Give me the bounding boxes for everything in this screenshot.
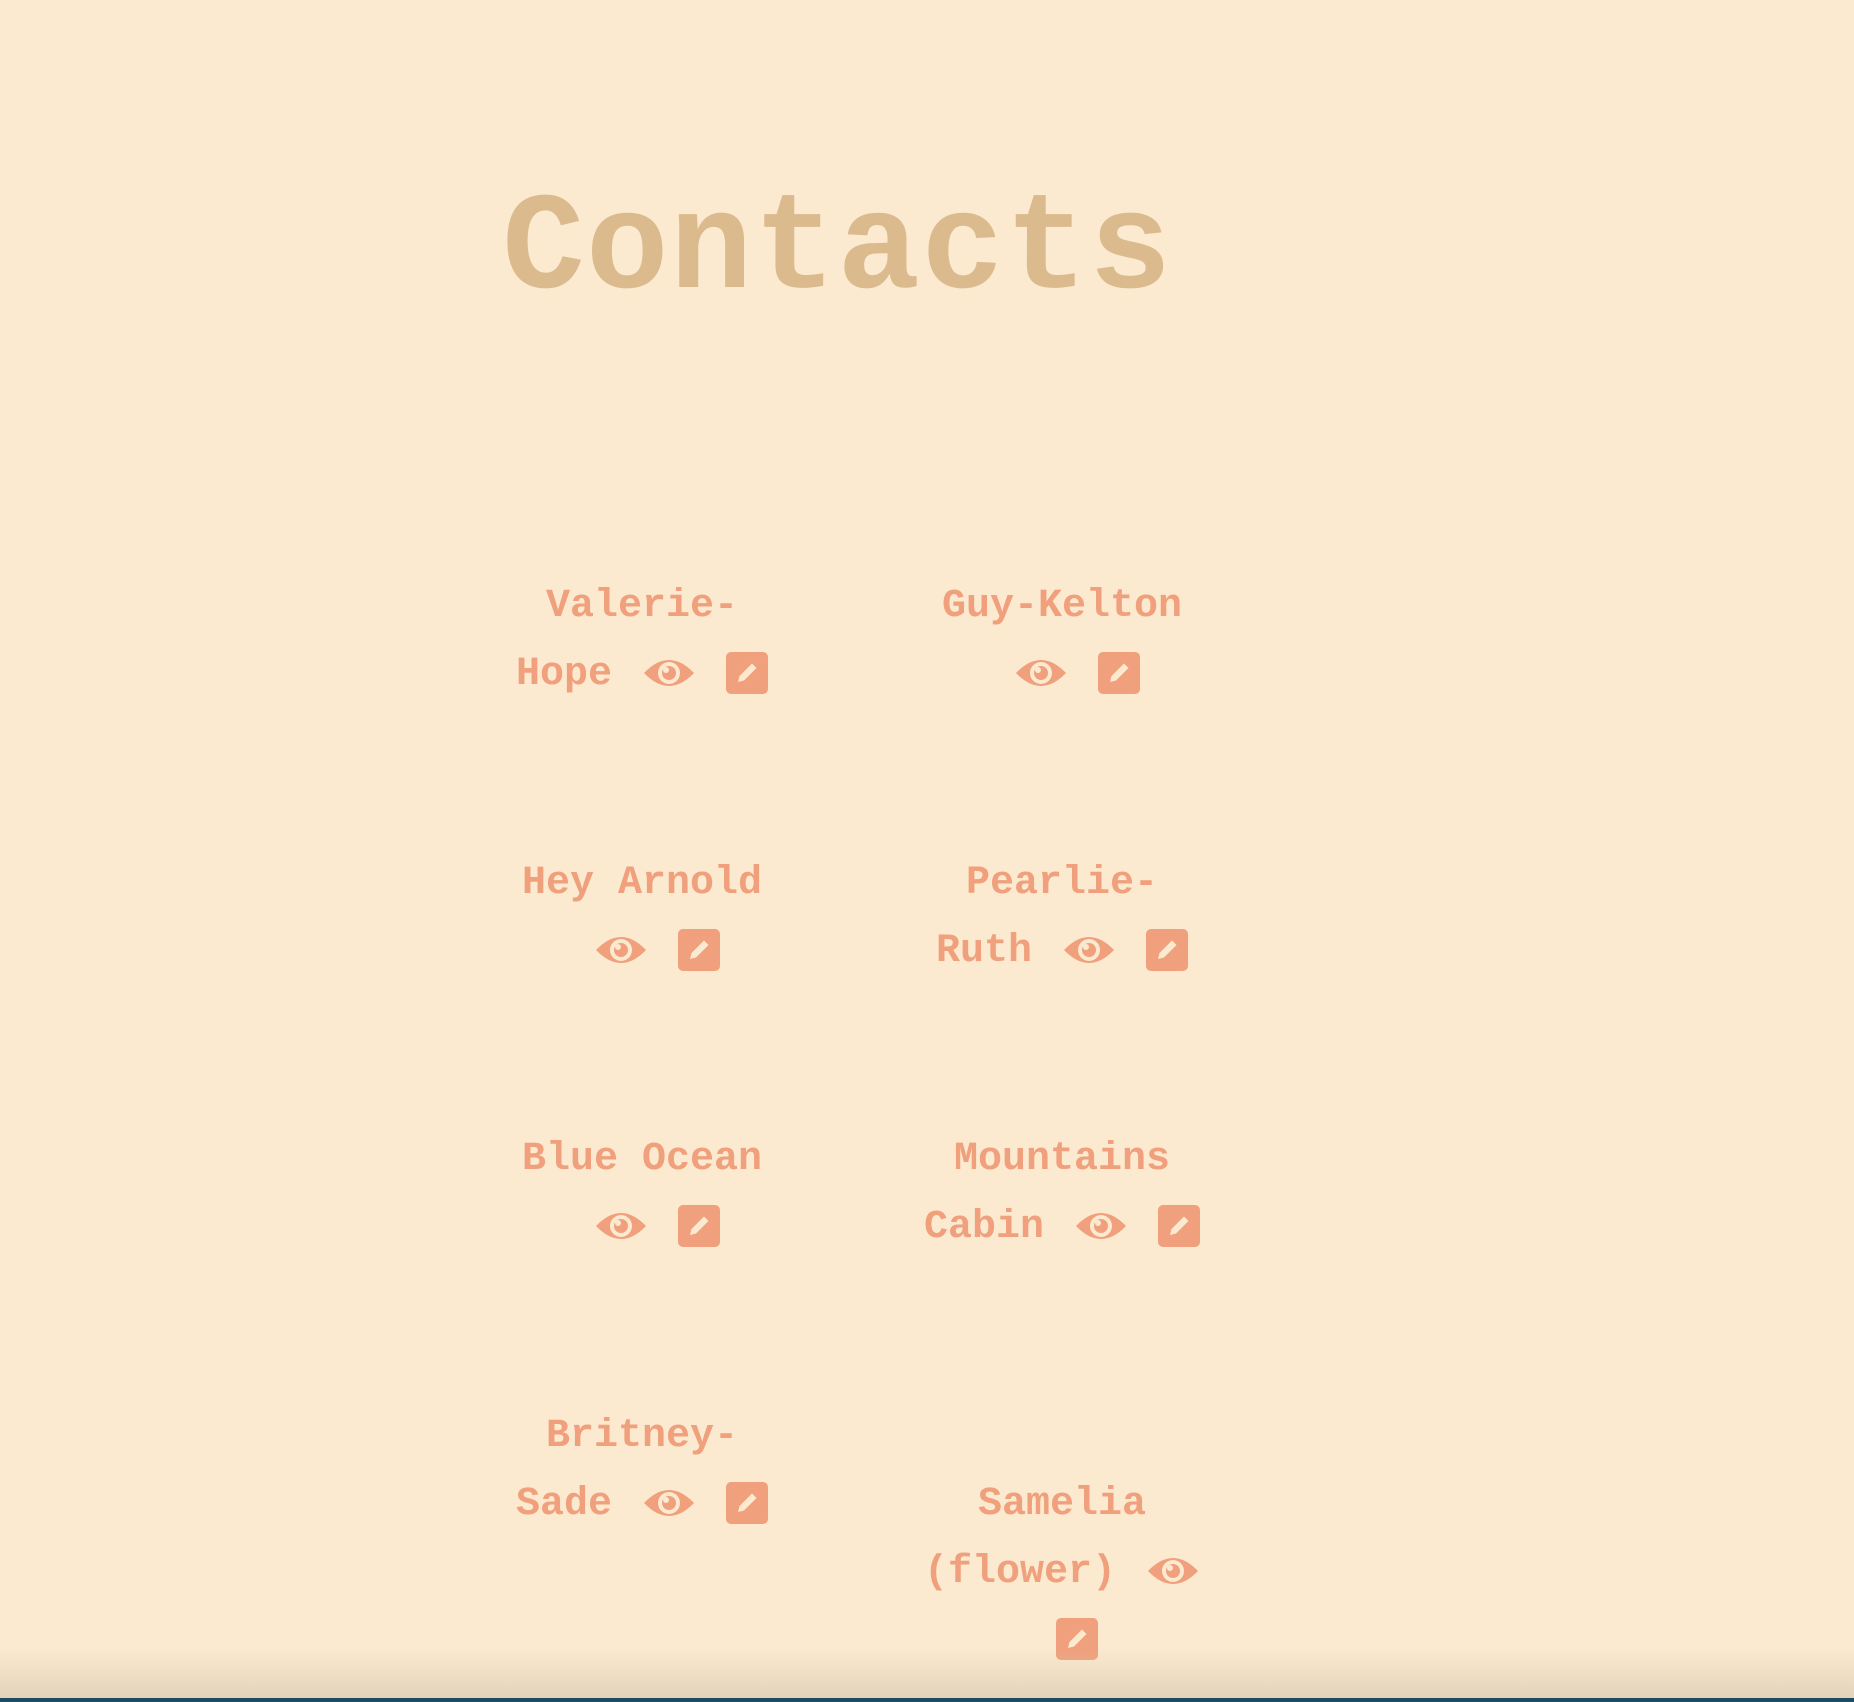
contact-item: Hey Arnold	[502, 850, 782, 986]
page-title: Contacts	[502, 173, 1173, 329]
window-bottom-bar	[0, 1698, 1854, 1702]
contact-name[interactable]: Britney-Sade	[516, 1414, 738, 1527]
edit-pencil-icon[interactable]	[678, 1205, 720, 1248]
contact-item: Samelia (flower)	[922, 1471, 1202, 1675]
contact-name[interactable]: Samelia (flower)	[924, 1482, 1146, 1595]
contact-name[interactable]: Hey Arnold	[522, 861, 762, 906]
view-eye-icon[interactable]	[642, 653, 696, 693]
contact-item: Valerie-Hope	[502, 573, 782, 709]
view-eye-icon[interactable]	[594, 930, 648, 970]
edit-pencil-icon[interactable]	[726, 652, 768, 695]
edit-pencil-icon[interactable]	[1158, 1205, 1201, 1248]
view-eye-icon[interactable]	[642, 1483, 696, 1523]
view-eye-icon[interactable]	[1074, 1206, 1128, 1246]
edit-pencil-icon[interactable]	[1098, 652, 1140, 695]
contact-item: Britney-Sade	[502, 1403, 782, 1539]
contact-name[interactable]: Guy-Kelton	[942, 584, 1182, 629]
contact-item: Guy-Kelton	[922, 573, 1202, 709]
contact-name[interactable]: Blue Ocean	[522, 1137, 762, 1182]
bottom-fade	[0, 1648, 1854, 1698]
view-eye-icon[interactable]	[1014, 653, 1068, 693]
view-eye-icon[interactable]	[1146, 1551, 1200, 1591]
contact-name[interactable]: Mountains Cabin	[924, 1137, 1170, 1250]
edit-pencil-icon[interactable]	[1146, 929, 1188, 972]
contact-item: Mountains Cabin	[922, 1126, 1202, 1262]
view-eye-icon[interactable]	[1062, 930, 1116, 970]
view-eye-icon[interactable]	[594, 1206, 648, 1246]
edit-pencil-icon[interactable]	[726, 1482, 768, 1525]
contact-name[interactable]: Pearlie-Ruth	[936, 861, 1158, 974]
contact-name[interactable]: Valerie-Hope	[516, 584, 738, 697]
edit-pencil-icon[interactable]	[678, 929, 720, 972]
contact-item: Blue Ocean	[502, 1126, 782, 1262]
contact-item: Pearlie-Ruth	[922, 850, 1202, 986]
